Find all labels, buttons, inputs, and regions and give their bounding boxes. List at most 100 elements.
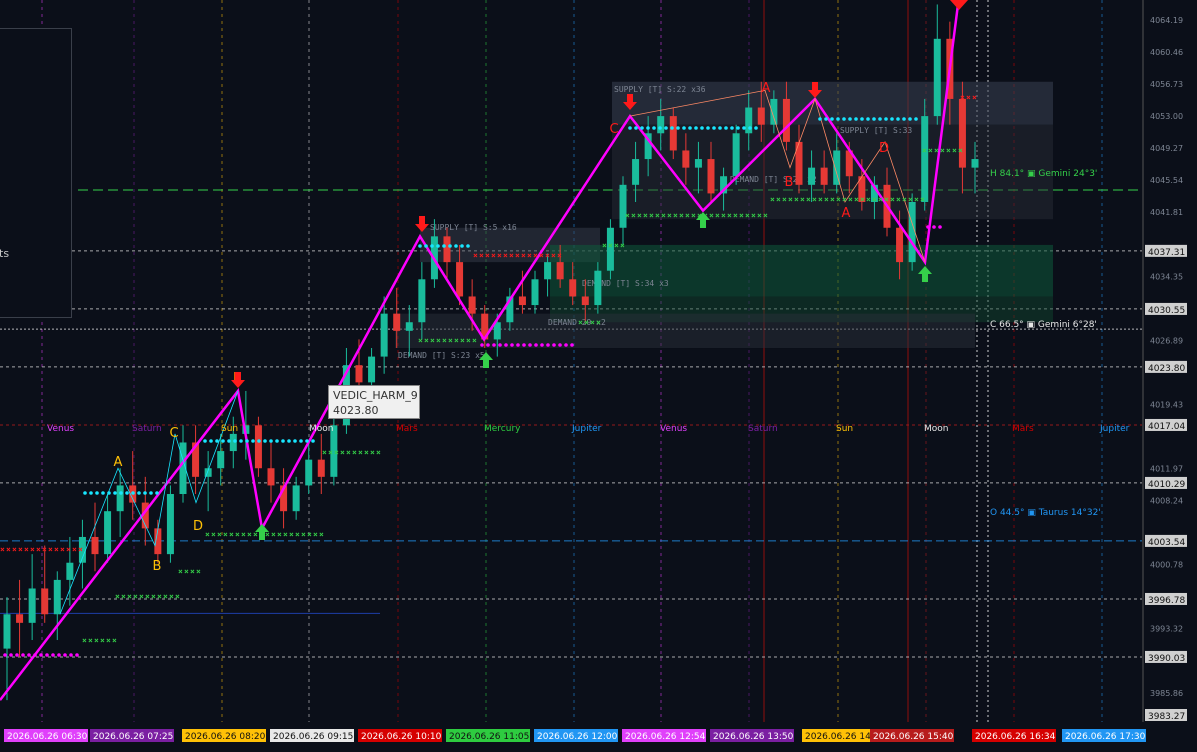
pattern-label: B bbox=[785, 175, 794, 190]
level-dot bbox=[95, 491, 99, 495]
resistance-marker: × bbox=[42, 545, 47, 554]
time-tag: 2026.06.26 16:34 bbox=[975, 732, 1056, 742]
level-dot bbox=[646, 126, 650, 130]
candle-body bbox=[368, 356, 376, 383]
support-marker: × bbox=[190, 567, 195, 576]
time-tag: 2026.06.26 12:00 bbox=[537, 732, 618, 742]
level-dot bbox=[233, 439, 237, 443]
level-dot bbox=[51, 653, 55, 657]
pattern-label: D bbox=[879, 141, 889, 156]
time-tag: 2026.06.26 08:20 bbox=[185, 732, 266, 742]
level-dot bbox=[305, 439, 309, 443]
level-dot bbox=[552, 343, 556, 347]
pattern-label: D bbox=[193, 519, 203, 534]
level-dot bbox=[558, 343, 562, 347]
resistance-marker: × bbox=[551, 251, 556, 260]
level-dot bbox=[498, 343, 502, 347]
support-marker: × bbox=[448, 336, 453, 345]
support-marker: × bbox=[928, 146, 933, 155]
support-marker: × bbox=[842, 195, 847, 204]
support-marker: × bbox=[655, 211, 660, 220]
support-marker: × bbox=[145, 592, 150, 601]
resistance-marker: × bbox=[12, 545, 17, 554]
level-dot bbox=[63, 653, 67, 657]
candle-body bbox=[619, 184, 627, 228]
level-dot bbox=[664, 126, 668, 130]
support-marker: × bbox=[830, 195, 835, 204]
candle-body bbox=[53, 579, 61, 615]
support-marker: × bbox=[661, 211, 666, 220]
pattern-label: B bbox=[153, 559, 162, 574]
support-marker: × bbox=[946, 146, 951, 155]
level-dot bbox=[700, 126, 704, 130]
level-dot bbox=[718, 126, 722, 130]
candle-body bbox=[418, 279, 426, 323]
level-dot bbox=[688, 126, 692, 130]
level-dot bbox=[670, 126, 674, 130]
candle-body bbox=[757, 107, 765, 125]
level-dot bbox=[466, 244, 470, 248]
level-dot bbox=[460, 244, 464, 248]
support-marker: × bbox=[370, 448, 375, 457]
support-marker: × bbox=[418, 336, 423, 345]
price-chart[interactable]: SUPPLY [T] S:22 x36 SUPPLY [T] S:5 x16 SUP… bbox=[0, 0, 1197, 752]
support-marker: × bbox=[860, 195, 865, 204]
support-marker: × bbox=[289, 530, 294, 539]
level-dot bbox=[454, 244, 458, 248]
pattern-label: A bbox=[114, 455, 123, 470]
sell-arrow-icon bbox=[950, 0, 968, 10]
resistance-marker: × bbox=[521, 251, 526, 260]
resistance-marker: × bbox=[78, 545, 83, 554]
level-dot bbox=[682, 126, 686, 130]
candle-body bbox=[41, 588, 49, 615]
candle-body bbox=[116, 485, 124, 512]
support-marker: × bbox=[424, 336, 429, 345]
support-marker: × bbox=[112, 636, 117, 645]
astro-annotation: C 66.5° ▣ Gemini 6°28' bbox=[990, 320, 1097, 330]
support-marker: × bbox=[643, 211, 648, 220]
level-dot bbox=[890, 117, 894, 121]
support-marker: × bbox=[364, 448, 369, 457]
tooltip-value: 4023.80 bbox=[333, 404, 379, 417]
price-tick: 4008.24 bbox=[1150, 497, 1183, 506]
support-marker: × bbox=[139, 592, 144, 601]
planet-label: Sun bbox=[836, 424, 853, 434]
resistance-marker: × bbox=[66, 545, 71, 554]
level-dot bbox=[83, 491, 87, 495]
candle-body bbox=[544, 262, 552, 280]
candle-body bbox=[581, 296, 589, 306]
level-dot bbox=[748, 126, 752, 130]
level-dot bbox=[486, 343, 490, 347]
level-dot bbox=[221, 439, 225, 443]
resistance-marker: × bbox=[6, 545, 11, 554]
planet-label: Saturn bbox=[748, 424, 778, 434]
support-marker: × bbox=[578, 318, 583, 327]
time-tag: 2026.06.26 07:25 bbox=[93, 732, 173, 742]
support-marker: × bbox=[709, 211, 714, 220]
level-dot bbox=[299, 439, 303, 443]
resistance-marker: × bbox=[509, 251, 514, 260]
resistance-marker: × bbox=[491, 251, 496, 260]
level-dot bbox=[311, 439, 315, 443]
support-marker: × bbox=[328, 448, 333, 457]
price-tick: 4000.78 bbox=[1150, 561, 1183, 570]
support-marker: × bbox=[352, 448, 357, 457]
candle-body bbox=[632, 159, 640, 185]
support-marker: × bbox=[283, 530, 288, 539]
resistance-marker: × bbox=[18, 545, 23, 554]
level-dot bbox=[424, 244, 428, 248]
support-marker: × bbox=[301, 530, 306, 539]
support-marker: × bbox=[952, 146, 957, 155]
level-dot bbox=[694, 126, 698, 130]
left-panel: ts bbox=[0, 28, 72, 318]
price-tick: 4053.00 bbox=[1150, 112, 1183, 121]
candle-body bbox=[569, 279, 577, 297]
candle-body bbox=[166, 494, 174, 555]
support-marker: × bbox=[934, 146, 939, 155]
level-dot bbox=[137, 491, 141, 495]
support-marker: × bbox=[127, 592, 132, 601]
level-dot bbox=[257, 439, 261, 443]
level-dot bbox=[21, 653, 25, 657]
planet-label: Mars bbox=[396, 424, 418, 434]
support-marker: × bbox=[673, 211, 678, 220]
